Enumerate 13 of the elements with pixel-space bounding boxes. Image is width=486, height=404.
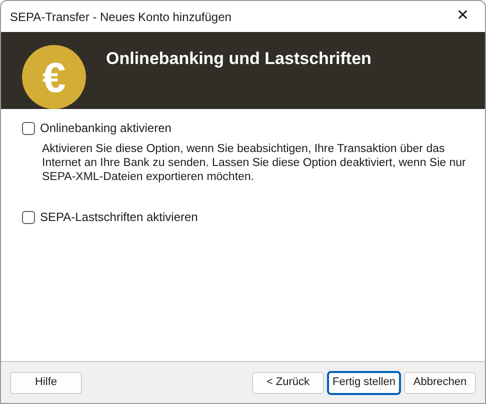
close-button[interactable]: ✕: [447, 4, 479, 28]
option-description: Aktivieren Sie diese Option, wenn Sie beabsichtigen, Ihre Transaktion über das Internet an Ihre Bank zu senden. Lassen Sie diese Option deaktiviert, wenn Sie nur SEPA-XML-Dateien exportieren möchten.: [42, 142, 467, 184]
dialog-button[interactable]: Fertig stellen: [328, 372, 400, 394]
dialog-button[interactable]: Hilfe: [10, 372, 82, 394]
checkbox[interactable]: [22, 210, 35, 224]
euro-icon: €: [22, 45, 86, 109]
checkbox[interactable]: [22, 122, 35, 134]
window-title: SEPA-Transfer - Neues Konto hinzufügen: [10, 8, 232, 26]
checkbox-label[interactable]: SEPA-Lastschriften aktivieren: [40, 208, 198, 226]
checkbox-label[interactable]: Onlinebanking aktivieren: [40, 119, 172, 137]
dialog-button[interactable]: Abbrechen: [404, 372, 476, 394]
dialog-button[interactable]: < Zurück: [252, 372, 324, 394]
header-title: Onlinebanking und Lastschriften: [106, 48, 372, 70]
